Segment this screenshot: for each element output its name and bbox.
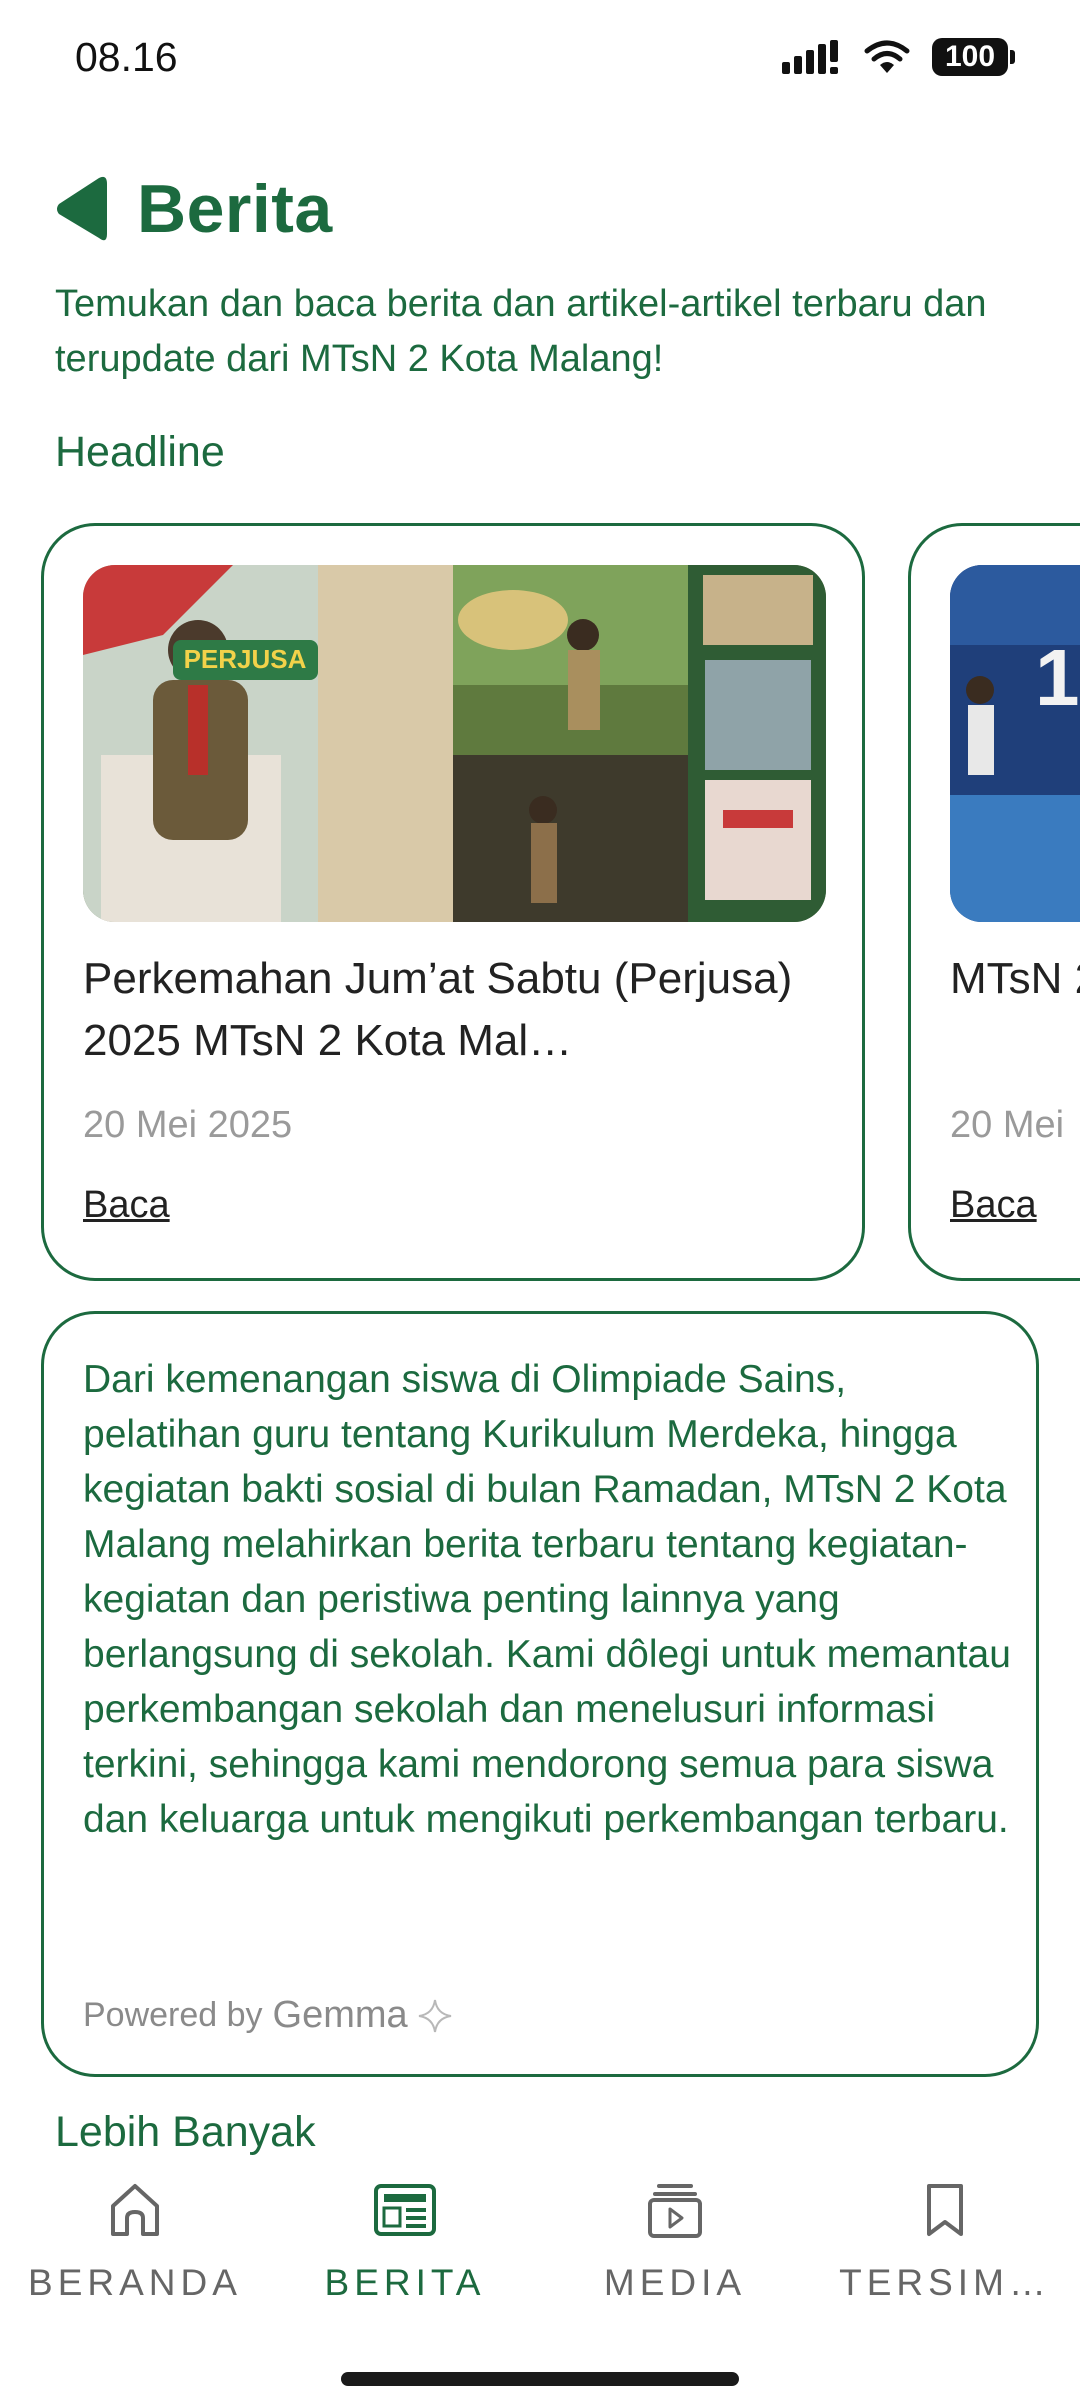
headline-card-date: 20 Mei	[950, 1104, 1065, 1146]
nav-item-berita[interactable]: BERITA	[270, 2180, 540, 2304]
more-section-title: Lebih Banyak	[55, 2108, 316, 2156]
headline-section-title: Headline	[55, 428, 225, 476]
read-link[interactable]: Baca	[83, 1184, 170, 1227]
headline-card-date: 20 Mei 2025	[83, 1104, 293, 1146]
headline-carousel[interactable]: PERJUSA Perkemahan Jum’at Sabtu (Perjusa…	[0, 523, 1080, 1283]
wifi-icon	[864, 40, 910, 73]
newspaper-icon	[374, 2184, 436, 2236]
nav-item-beranda[interactable]: BERANDA	[0, 2180, 270, 2304]
bookmark-icon	[927, 2184, 963, 2236]
headline-card-image: 117	[950, 565, 1080, 922]
nav-label: BERITA	[324, 2262, 486, 2303]
headline-card[interactable]: 117 MTsN 2 “Bang 20 Mei Baca	[908, 523, 1080, 1281]
page-subtitle: Temukan dan baca berita dan artikel-arti…	[55, 283, 987, 380]
megaphone-icon	[57, 176, 107, 241]
home-indicator[interactable]	[341, 2372, 739, 2386]
media-icon	[648, 2184, 702, 2238]
nav-item-tersimpan[interactable]: TERSIM…	[810, 2180, 1080, 2304]
headline-card-title: MTsN 2 “Bang	[950, 954, 1080, 1003]
nav-item-media[interactable]: MEDIA	[540, 2180, 810, 2304]
powered-by: Powered by Gemma	[83, 1994, 452, 2037]
headline-card-image: PERJUSA	[83, 565, 826, 922]
battery-icon: 100	[932, 38, 1015, 76]
status-bar: 08.16 100	[0, 0, 1080, 120]
nav-label: MEDIA	[603, 2262, 747, 2303]
status-time: 08.16	[75, 34, 178, 80]
home-icon	[111, 2184, 159, 2236]
powered-by-label: Powered by	[83, 1996, 263, 2034]
bottom-nav: BERANDA BERITA MEDIA TERSIM…	[0, 2160, 1080, 2400]
page-header: Berita	[55, 170, 333, 248]
read-link[interactable]: Baca	[950, 1184, 1037, 1227]
sparkle-icon	[418, 1999, 451, 2032]
news-summary-card: Dari kemenangan siswa di Olimpiade Sains…	[41, 1311, 1039, 2077]
status-icons: 100	[782, 38, 1015, 76]
gemma-brand: Gemma	[272, 1994, 408, 2036]
headline-card-title: Perkemahan Jum’at Sabtu (Perjusa) 2025 M…	[83, 954, 793, 1065]
page-title: Berita	[137, 171, 333, 247]
nav-label: TERSIM…	[839, 2262, 1051, 2303]
headline-card-image-text: PERJUSA	[184, 644, 307, 674]
headline-card-image-text: 117	[1035, 633, 1080, 722]
news-summary-text: Dari kemenangan siswa di Olimpiade Sains…	[83, 1358, 1011, 1841]
nav-label: BERANDA	[28, 2262, 242, 2303]
signal-icon	[782, 40, 838, 74]
headline-card[interactable]: PERJUSA Perkemahan Jum’at Sabtu (Perjusa…	[41, 523, 865, 1281]
